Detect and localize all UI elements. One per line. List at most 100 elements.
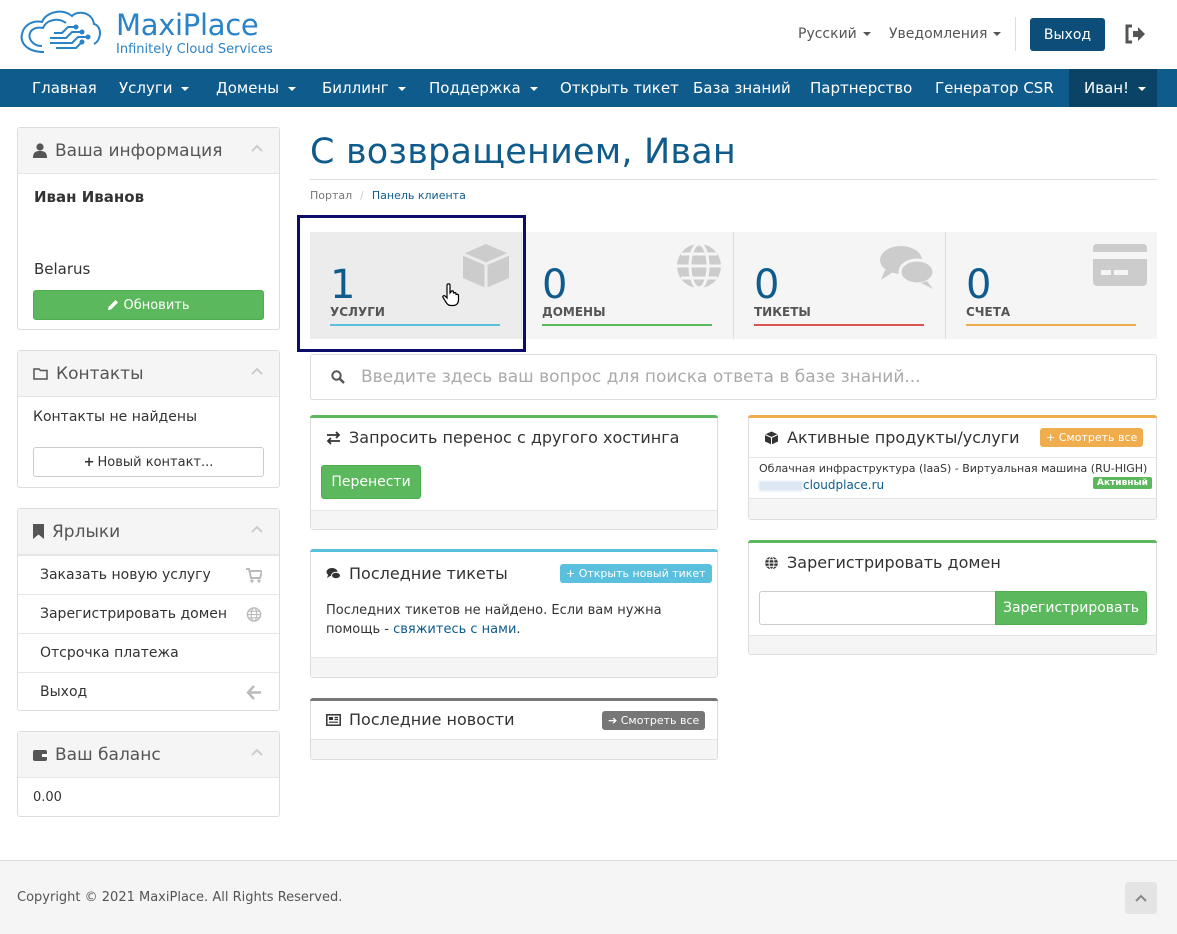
copyright-text: Copyright © 2021 MaxiPlace. All Rights R… xyxy=(17,890,343,905)
register-domain-button[interactable]: Зарегистрировать xyxy=(995,591,1147,625)
chevron-up-icon[interactable] xyxy=(251,748,263,756)
arrow-left-icon xyxy=(246,685,261,700)
title-divider xyxy=(310,179,1157,180)
button-label: Открыть новый тикет xyxy=(578,567,706,580)
card-title: Последние тикеты xyxy=(326,564,508,583)
nav-item-services[interactable]: Услуги xyxy=(119,69,190,107)
nav-item-affiliates[interactable]: Партнерство xyxy=(810,69,912,107)
notifications-dropdown[interactable]: Уведомления xyxy=(889,26,1002,42)
brand-logo[interactable]: MaxiPlace Infinitely Cloud Services xyxy=(16,8,273,58)
shortcut-label: Заказать новую услугу xyxy=(40,567,211,583)
nav-user-label-wrap: Иван! xyxy=(1084,69,1147,107)
card-footer xyxy=(311,510,717,529)
chevron-up-icon[interactable] xyxy=(251,144,263,152)
shortcut-logout[interactable]: Выход xyxy=(18,672,279,711)
nav-item-home[interactable]: Главная xyxy=(32,69,97,107)
product-name[interactable]: Облачная инфраструктура (IaaS) - Виртуал… xyxy=(759,462,1147,475)
credit-card-icon xyxy=(1093,244,1147,286)
folder-icon xyxy=(33,368,48,380)
language-dropdown[interactable]: Русский xyxy=(798,26,871,42)
chevron-up-icon[interactable] xyxy=(251,525,263,533)
globe-icon xyxy=(677,242,721,290)
hand-cursor-icon xyxy=(442,283,460,307)
sign-out-icon[interactable] xyxy=(1124,24,1146,44)
client-name: Иван Иванов xyxy=(34,188,145,206)
brand-tagline: Infinitely Cloud Services xyxy=(116,42,273,57)
panel-title: Контакты xyxy=(56,363,144,384)
tile-domains[interactable]: 0 ДОМЕНЫ xyxy=(522,232,733,339)
nav-label: Биллинг xyxy=(322,79,389,97)
card-title-text: Запросить перенос с другого хостинга xyxy=(349,428,680,447)
nav-item-open-ticket[interactable]: Открыть тикет xyxy=(560,69,679,107)
update-label: Обновить xyxy=(123,297,190,313)
breadcrumb-portal[interactable]: Портал xyxy=(310,189,352,202)
nav-item-support[interactable]: Поддержка xyxy=(429,69,538,107)
nav-item-domains[interactable]: Домены xyxy=(216,69,297,107)
nav-label: Поддержка xyxy=(429,79,521,97)
breadcrumb: Портал / Панель клиента xyxy=(310,189,466,202)
caret-down-icon xyxy=(862,32,871,36)
caret-down-icon xyxy=(288,86,297,91)
panel-shortcuts: Ярлыки Заказать новую услугу Зарегистрир… xyxy=(17,508,280,711)
tickets-empty-text: Последних тикетов не найдено. Если вам н… xyxy=(326,601,706,639)
tickets-empty-tail: . xyxy=(516,622,521,637)
tile-count: 0 xyxy=(542,262,568,308)
comments-icon xyxy=(880,246,935,289)
panel-header[interactable]: Контакты xyxy=(18,351,279,397)
card-active-products: Активные продукты/услуги + Смотреть все … xyxy=(748,415,1157,520)
tile-label: ДОМЕНЫ xyxy=(542,305,606,319)
language-label: Русский xyxy=(798,26,857,42)
card-title-text: Последние тикеты xyxy=(349,564,508,583)
domain-input[interactable] xyxy=(759,591,996,625)
contacts-empty-text: Контакты не найдены xyxy=(33,409,198,425)
caret-down-icon xyxy=(1138,86,1147,91)
newspaper-icon xyxy=(326,713,341,726)
shortcut-label: Выход xyxy=(40,684,88,700)
logo-icon xyxy=(20,10,101,53)
shortcut-payment-deferral[interactable]: Отсрочка платежа xyxy=(18,633,279,672)
tile-label: СЧЕТА xyxy=(966,305,1011,319)
panel-header[interactable]: Ваш баланс xyxy=(18,732,279,778)
card-accent xyxy=(310,415,718,418)
card-recent-tickets: Последние тикеты + Открыть новый тикет П… xyxy=(310,549,718,678)
nav-item-billing[interactable]: Биллинг xyxy=(322,69,406,107)
view-all-products-button[interactable]: + Смотреть все xyxy=(1040,428,1144,447)
panel-header[interactable]: Ваша информация xyxy=(18,128,279,174)
nav-label: База знаний xyxy=(693,79,791,97)
product-domain: cloudplace.ru xyxy=(803,478,885,492)
plus-icon: + xyxy=(1046,431,1059,444)
shortcut-order-service[interactable]: Заказать новую услугу xyxy=(18,555,279,594)
tile-underline xyxy=(966,324,1136,326)
contact-us-link[interactable]: свяжитесь с нами xyxy=(393,622,516,637)
card-accent xyxy=(310,549,718,552)
new-contact-button[interactable]: + Новый контакт... xyxy=(33,447,264,477)
chevron-up-icon[interactable] xyxy=(251,367,263,375)
view-all-news-button[interactable]: ➔ Смотреть все xyxy=(602,711,706,730)
panel-title: Ваш баланс xyxy=(55,744,161,765)
back-to-top-button[interactable] xyxy=(1125,882,1157,914)
open-new-ticket-button[interactable]: + Открыть новый тикет xyxy=(560,564,712,583)
tile-tickets[interactable]: 0 ТИКЕТЫ xyxy=(734,232,945,339)
card-title: Последние новости xyxy=(326,710,515,729)
product-domain-link[interactable]: cloudplace.ru xyxy=(759,478,884,492)
pencil-icon xyxy=(108,300,119,310)
panel-your-info: Ваша информация Иван Иванов Belarus Обно… xyxy=(17,127,280,330)
shortcut-label: Зарегистрировать домен xyxy=(40,606,228,622)
button-label: Смотреть все xyxy=(1058,431,1138,444)
nav-label: Открыть тикет xyxy=(560,79,679,97)
tile-invoices[interactable]: 0 СЧЕТА xyxy=(946,232,1157,339)
panel-header[interactable]: Ярлыки xyxy=(18,509,279,555)
nav-item-csr-generator[interactable]: Генератор CSR xyxy=(935,69,1054,107)
card-transfer: Запросить перенос с другого хостинга Пер… xyxy=(310,415,718,530)
shortcut-register-domain[interactable]: Зарегистрировать домен xyxy=(18,594,279,633)
update-button[interactable]: Обновить xyxy=(33,290,264,320)
kb-search-input[interactable] xyxy=(361,367,1141,387)
transfer-button[interactable]: Перенести xyxy=(321,465,421,499)
logout-button[interactable]: Выход xyxy=(1030,18,1105,51)
nav-user-menu[interactable]: Иван! xyxy=(1069,69,1157,107)
nav-label: Главная xyxy=(32,79,97,97)
breadcrumb-client-area[interactable]: Панель клиента xyxy=(372,189,466,202)
cube-icon xyxy=(764,431,779,444)
nav-item-knowledgebase[interactable]: База знаний xyxy=(693,69,791,107)
panel-title: Ваша информация xyxy=(55,140,223,161)
